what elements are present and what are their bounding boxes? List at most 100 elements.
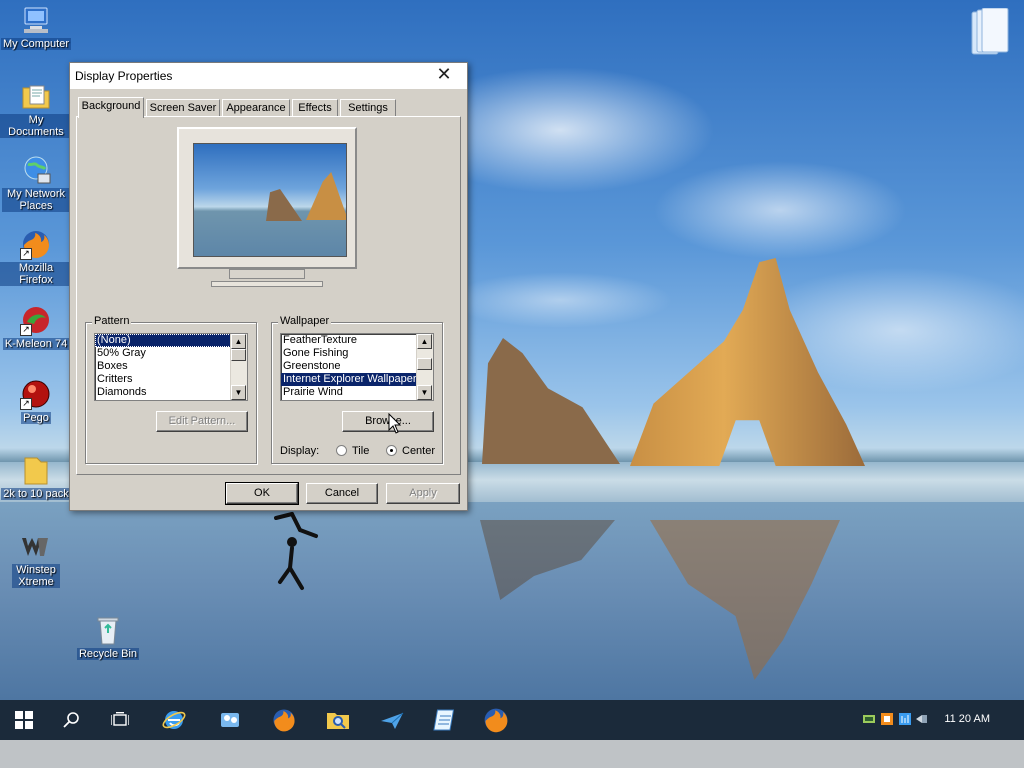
tab-appearance[interactable]: Appearance	[222, 99, 290, 117]
taskbar-search-explorer[interactable]	[322, 704, 354, 736]
screen-bottom-strip	[0, 740, 1024, 768]
desktop-icon-pego[interactable]: ↗ Pego	[0, 378, 72, 424]
scroll-thumb[interactable]	[417, 358, 432, 370]
dialog-title-bar[interactable]: Display Properties ✕	[70, 63, 467, 89]
shortcut-arrow-icon: ↗	[20, 248, 32, 260]
desktop-icon-recycle-bin[interactable]: Recycle Bin	[72, 614, 144, 660]
tab-background[interactable]: Background	[78, 97, 144, 118]
monitor-preview	[177, 127, 357, 287]
taskbar-paper-plane[interactable]	[376, 704, 408, 736]
taskbar-firefox[interactable]	[268, 704, 300, 736]
desktop-icon-k-meleon[interactable]: ↗ K-Meleon 74	[0, 304, 72, 350]
monitor-neck	[229, 269, 305, 279]
list-item[interactable]: Gone Fishing	[281, 347, 433, 360]
wallpaper-rock-small	[482, 338, 620, 464]
search-icon	[63, 712, 79, 728]
dialog-body: Background Screen Saver Appearance Effec…	[70, 89, 467, 510]
pattern-group-title: Pattern	[92, 315, 132, 327]
list-item[interactable]: Boxes	[95, 360, 247, 373]
list-item[interactable]: Critters	[95, 373, 247, 386]
task-view-icon	[111, 712, 129, 726]
taskbar: 11 20 AM	[0, 700, 1024, 740]
mouse-cursor-icon	[388, 413, 402, 434]
scroll-up-icon[interactable]: ▲	[417, 334, 432, 349]
wallpaper-list[interactable]: FeatherTexture Gone Fishing Greenstone I…	[280, 333, 434, 401]
taskbar-notepad[interactable]	[430, 704, 462, 736]
internet-explorer-icon	[162, 711, 186, 729]
pego-icon: ↗	[20, 378, 52, 410]
scroll-thumb[interactable]	[231, 349, 246, 361]
paper-plane-icon	[381, 712, 404, 729]
list-item-selected[interactable]: Internet Explorer Wallpaper	[281, 373, 433, 386]
tray-volume-icon[interactable]	[915, 712, 929, 726]
monitor-frame	[177, 127, 357, 269]
taskbar-internet-explorer[interactable]	[158, 704, 190, 736]
desktop-icon-label: 2k to 10 pack	[1, 488, 71, 500]
network-globe-icon	[20, 154, 52, 186]
desktop-icon-label: Mozilla Firefox	[0, 262, 72, 286]
list-item[interactable]: FeatherTexture	[281, 334, 433, 347]
start-button[interactable]	[8, 704, 40, 736]
center-radio-label[interactable]: Center	[402, 445, 435, 457]
wallpaper-scrollbar[interactable]: ▲ ▼	[416, 334, 433, 400]
apply-button[interactable]: Apply	[386, 483, 460, 504]
wallpaper-preview	[193, 143, 347, 257]
scroll-down-icon[interactable]: ▼	[417, 385, 432, 400]
list-item[interactable]: 50% Gray	[95, 347, 247, 360]
scroll-down-icon[interactable]: ▼	[231, 385, 246, 400]
pattern-group: Pattern (None) 50% Gray Boxes Critters D…	[85, 315, 257, 464]
list-item[interactable]: Prairie Wind	[281, 386, 433, 399]
folder-documents-icon	[20, 80, 52, 112]
tile-radio-label[interactable]: Tile	[352, 445, 369, 457]
desktop-widget-icon[interactable]	[960, 7, 1014, 58]
wallpaper-rock-arch	[630, 258, 865, 466]
wallpaper-group-title: Wallpaper	[278, 315, 332, 327]
windows-logo-icon	[15, 711, 33, 729]
desktop-icon-label: Pego	[21, 412, 51, 424]
tray-monitor-icon[interactable]	[898, 712, 912, 726]
cancel-button[interactable]: Cancel	[306, 483, 378, 504]
tab-panel-background: Pattern (None) 50% Gray Boxes Critters D…	[76, 116, 461, 475]
pattern-list[interactable]: (None) 50% Gray Boxes Critters Diamonds …	[94, 333, 248, 401]
center-radio[interactable]	[386, 445, 397, 456]
close-icon[interactable]: ✕	[431, 64, 457, 86]
display-label: Display:	[280, 445, 320, 457]
desktop-icon-label: Recycle Bin	[76, 648, 140, 660]
desktop-icon-my-computer[interactable]: My Computer	[0, 4, 72, 50]
list-item[interactable]: Greenstone	[281, 360, 433, 373]
tab-effects[interactable]: Effects	[292, 99, 338, 117]
search-button[interactable]	[56, 704, 88, 736]
list-item[interactable]: Diamonds	[95, 386, 247, 399]
desktop-icon-mozilla-firefox[interactable]: ↗ Mozilla Firefox	[0, 228, 72, 286]
desktop-icon-my-documents[interactable]: My Documents	[0, 80, 72, 138]
taskbar-clock[interactable]: 11 20 AM	[944, 713, 990, 725]
firefox-icon: ↗	[20, 228, 52, 260]
tab-screen-saver[interactable]: Screen Saver	[146, 99, 220, 117]
wallpaper-group: Wallpaper FeatherTexture Gone Fishing Gr…	[271, 315, 443, 464]
winstep-icon	[20, 530, 52, 562]
edit-pattern-button[interactable]: Edit Pattern...	[156, 411, 248, 432]
desktop-icon-winstep-xtreme[interactable]: Winstep Xtreme	[0, 530, 72, 588]
stack-cards-icon	[971, 7, 1009, 55]
taskbar-firefox-2[interactable]	[480, 704, 512, 736]
pattern-scrollbar[interactable]: ▲ ▼	[230, 334, 247, 400]
tile-radio[interactable]	[336, 445, 347, 456]
desktop-icon-my-network-places[interactable]: My Network Places	[0, 154, 72, 212]
tray-app-icon[interactable]	[880, 712, 894, 726]
task-view-button[interactable]	[104, 704, 136, 736]
desktop-icon-label: My Computer	[0, 38, 72, 50]
list-item[interactable]: (None)	[95, 334, 247, 347]
dialog-title: Display Properties	[75, 69, 173, 83]
tab-settings[interactable]: Settings	[340, 99, 396, 117]
ok-button[interactable]: OK	[225, 482, 299, 505]
firefox-icon	[273, 709, 295, 732]
taskbar-messenger[interactable]	[214, 704, 246, 736]
scroll-up-icon[interactable]: ▲	[231, 334, 246, 349]
notepad-icon	[433, 709, 455, 731]
tray-network-icon[interactable]	[862, 712, 876, 726]
desktop-icon-label: Winstep Xtreme	[12, 564, 60, 588]
monitor-base	[211, 281, 323, 287]
folder-icon	[20, 454, 52, 486]
desktop-icon-2k-to-10-pack[interactable]: 2k to 10 pack	[0, 454, 72, 500]
desktop-icon-label: My Network Places	[2, 188, 70, 212]
